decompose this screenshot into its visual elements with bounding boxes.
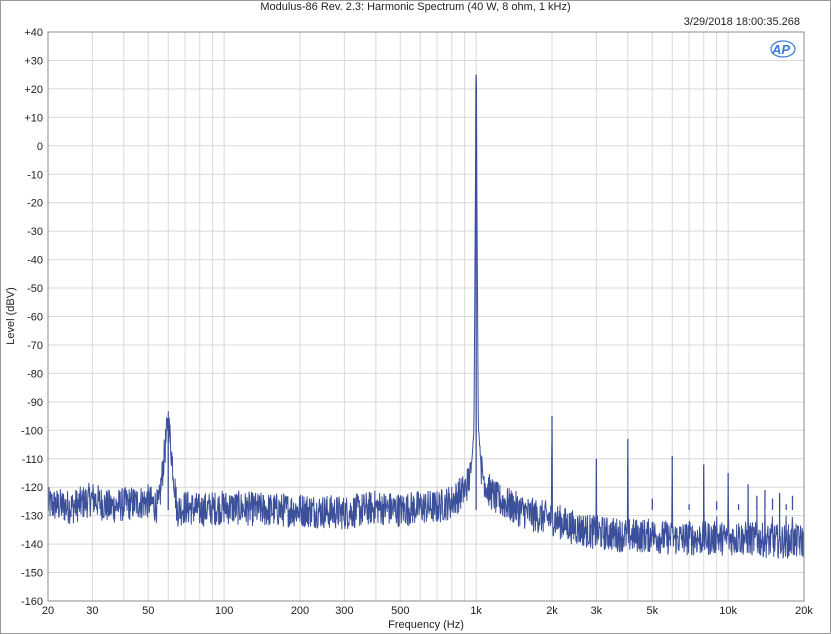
x-axis-label: Frequency (Hz): [388, 619, 464, 631]
x-tick-label: 5k: [646, 605, 658, 617]
ap-logo-text: AP: [771, 42, 790, 57]
y-tick-label: -130: [21, 511, 43, 523]
y-tick-label: -50: [27, 283, 43, 295]
x-tick-label: 10k: [719, 605, 737, 617]
y-tick-label: -110: [22, 454, 43, 466]
y-tick-label: +10: [24, 112, 43, 124]
x-tick-label: 3k: [591, 605, 603, 617]
x-tick-label: 500: [391, 605, 409, 617]
x-tick-label: 20k: [795, 605, 813, 617]
x-tick-label: 300: [335, 605, 353, 617]
x-tick-label: 100: [215, 605, 233, 617]
y-tick-label: +40: [24, 27, 43, 39]
y-tick-label: +20: [24, 84, 43, 96]
x-tick-label: 2k: [546, 605, 558, 617]
y-tick-label: -80: [27, 368, 43, 380]
y-tick-label: -20: [27, 198, 43, 210]
y-tick-label: -60: [27, 312, 43, 324]
y-tick-label: -160: [21, 596, 43, 608]
y-tick-label: -140: [21, 539, 43, 551]
x-tick-label: 200: [291, 605, 309, 617]
y-tick-label: +30: [24, 55, 43, 67]
x-tick-label: 20: [42, 605, 54, 617]
y-axis-ticks: +40 +30 +20 +10 0 -10 -20 -30 -40 -50 -60 -70 -80 -90…: [21, 27, 43, 608]
y-tick-label: 0: [37, 141, 43, 153]
y-tick-label: -40: [27, 255, 43, 267]
ap-logo-icon: AP: [770, 40, 796, 58]
y-tick-label: -70: [27, 340, 43, 352]
y-tick-label: -10: [27, 169, 43, 181]
y-tick-label: -120: [21, 482, 43, 494]
x-tick-label: 1k: [470, 605, 482, 617]
y-tick-label: -90: [27, 397, 43, 409]
y-tick-label: -30: [27, 226, 43, 238]
x-tick-label: 30: [86, 605, 98, 617]
x-axis-ticks: 20 30 50 100 200 300 500 1k 2k 3k 5k 10k 20k: [42, 605, 813, 617]
y-tick-label: -100: [21, 425, 43, 437]
spectrum-chart: +40 +30 +20 +10 0 -10 -20 -30 -40 -50 -60 -70 -80 -90…: [5, 27, 813, 631]
x-tick-label: 50: [142, 605, 154, 617]
y-tick-label: -150: [21, 568, 43, 580]
y-axis-label: Level (dBV): [5, 287, 17, 344]
